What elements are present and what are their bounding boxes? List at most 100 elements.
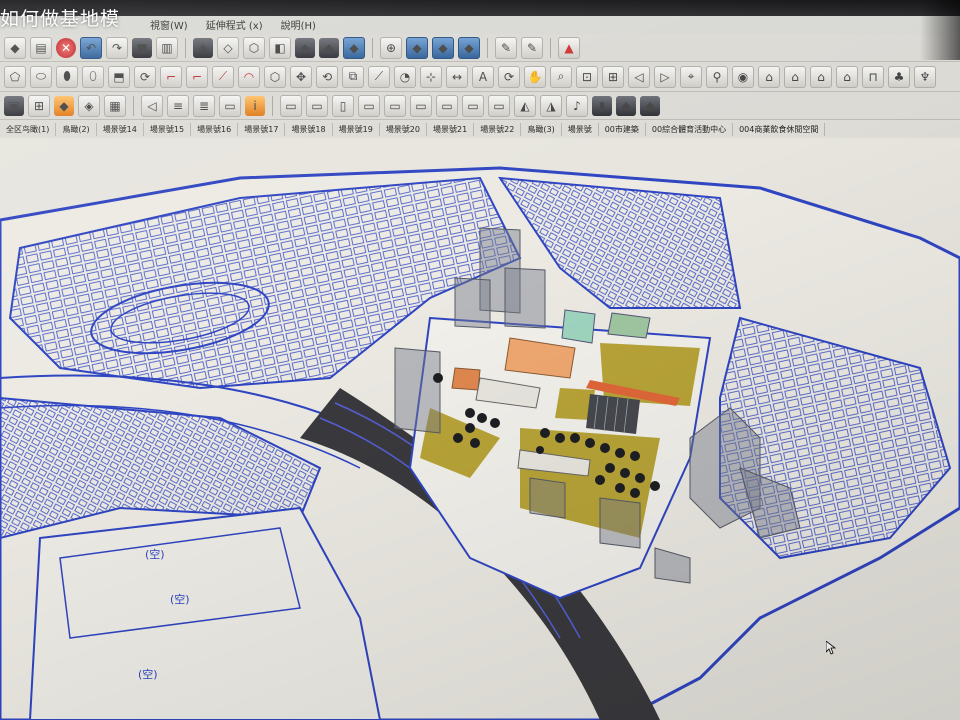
scene-tab[interactable]: 004商業飲食休閒空間 <box>733 122 826 136</box>
pan-icon[interactable]: ✋ <box>524 65 546 88</box>
beam-icon[interactable]: ▭ <box>462 94 484 117</box>
warehouse-icon[interactable]: ▲ <box>558 36 580 59</box>
scene-tab[interactable]: 場景號16 <box>191 122 239 136</box>
rotate-icon[interactable]: ⟲ <box>316 65 338 88</box>
walk-icon[interactable]: ⚲ <box>706 65 728 88</box>
push-pull-icon[interactable]: ⬒ <box>108 65 130 88</box>
scene-tab[interactable]: 場景號20 <box>380 122 427 136</box>
arc-icon[interactable]: ⌐ <box>186 65 208 88</box>
lamp-icon[interactable]: ♆ <box>914 65 936 88</box>
zoom-icon[interactable]: ⌕ <box>550 65 572 88</box>
chat-icon[interactable]: ▭ <box>219 94 241 117</box>
sandbox-icon[interactable]: ◈ <box>78 94 100 117</box>
tape-icon[interactable]: ⟋ <box>368 65 390 88</box>
eraser-tool-icon[interactable]: ⬭ <box>30 65 52 88</box>
scene-tab[interactable]: 鳥瞰(2) <box>56 122 97 136</box>
stair-icon[interactable]: ▭ <box>384 94 406 117</box>
paint-icon[interactable]: ⬮ <box>56 65 78 88</box>
scene-tab[interactable]: 場景號 <box>562 122 599 136</box>
clipboard-icon[interactable]: ▤ <box>30 36 52 59</box>
roof-icon[interactable]: ▭ <box>410 94 432 117</box>
layers-icon[interactable]: ≣ <box>193 94 215 117</box>
triangle-alt-icon[interactable]: ◮ <box>540 94 562 117</box>
info-icon[interactable]: i <box>245 95 265 116</box>
menu-extensions[interactable]: 延伸程式 (x) <box>206 17 263 32</box>
circle-icon[interactable]: ◠ <box>238 65 260 88</box>
wall-icon[interactable]: ▭ <box>306 94 328 117</box>
scale-icon[interactable]: ⧉ <box>342 65 364 88</box>
move-icon[interactable]: ✥ <box>290 65 312 88</box>
panel-icon[interactable]: ▭ <box>280 94 302 117</box>
pencil-icon[interactable]: ✎ <box>495 36 517 59</box>
redo-icon[interactable]: ↷ <box>106 36 128 59</box>
home-alt-icon[interactable]: ⌂ <box>836 65 858 88</box>
note-icon[interactable]: ♪ <box>566 94 588 117</box>
column-icon[interactable]: ▭ <box>436 94 458 117</box>
triangle-icon[interactable]: ◭ <box>514 94 536 117</box>
home-icon[interactable]: ⌂ <box>810 65 832 88</box>
ruler-icon[interactable]: ≡ <box>167 94 189 117</box>
axes-icon[interactable]: ⊹ <box>420 65 442 88</box>
shop-icon[interactable]: ⌂ <box>784 65 806 88</box>
scene-tab[interactable]: 場景號17 <box>238 122 286 136</box>
slab-icon[interactable]: ▭ <box>488 94 510 117</box>
prev-view-icon[interactable]: ◁ <box>628 65 650 88</box>
delete-icon[interactable]: ✕ <box>56 37 76 58</box>
grid-icon[interactable]: ▦ <box>104 94 126 117</box>
scene-tab[interactable]: 場景號19 <box>333 122 380 136</box>
cube-top-icon[interactable]: ◇ <box>217 36 239 59</box>
scene-tab[interactable]: 場景號22 <box>474 122 522 136</box>
house-icon[interactable]: ⌂ <box>758 65 780 88</box>
zoom-extents-icon[interactable]: ⊞ <box>602 65 624 88</box>
cube-right-icon[interactable]: ◧ <box>269 36 291 59</box>
look-around-icon[interactable]: ◉ <box>732 65 754 88</box>
menu-help[interactable]: 說明(H) <box>281 17 316 32</box>
gem-icon[interactable]: ◆ <box>4 36 26 59</box>
cube-iso-icon[interactable]: ◈ <box>193 37 213 58</box>
scene-tab[interactable]: 場景號21 <box>427 122 475 136</box>
tree-icon[interactable]: ♣ <box>888 65 910 88</box>
model-info-icon[interactable]: ▥ <box>156 36 178 59</box>
scene-tab[interactable]: 場景號18 <box>285 122 333 136</box>
position-camera-icon[interactable]: ⌖ <box>680 65 702 88</box>
boxes-icon[interactable]: ◆ <box>616 95 636 116</box>
scene-tab[interactable]: 00市建築 <box>599 122 646 136</box>
zoom-window-icon[interactable]: ⊡ <box>576 65 598 88</box>
measure-icon[interactable]: ▮ <box>592 95 612 116</box>
orbit-tool-icon[interactable]: ⟳ <box>498 65 520 88</box>
cube-shaded-icon[interactable]: ◆ <box>343 36 365 59</box>
text-icon[interactable]: A <box>472 65 494 88</box>
cubes-icon[interactable]: ◆ <box>640 95 660 116</box>
eraser-icon[interactable]: ✎ <box>521 36 543 59</box>
section-icon[interactable]: ◆ <box>406 36 428 59</box>
camera-icon[interactable]: ▣ <box>4 95 24 116</box>
cube-back-icon[interactable]: ◆ <box>295 37 315 58</box>
menu-window[interactable]: 視窗(W) <box>150 17 188 32</box>
model-viewport[interactable]: (空) (空) (空) <box>0 138 960 720</box>
follow-me-icon[interactable]: ⟳ <box>134 65 156 88</box>
door-icon[interactable]: ▯ <box>332 94 354 117</box>
dimension-icon[interactable]: ↔ <box>446 65 468 88</box>
polygon-icon[interactable]: ⬡ <box>264 65 286 88</box>
offset-icon[interactable]: ⬯ <box>82 65 104 88</box>
cube-front-icon[interactable]: ⬡ <box>243 36 265 59</box>
section-fill-icon[interactable]: ◆ <box>458 36 480 59</box>
print-icon[interactable]: ■ <box>132 37 152 58</box>
solid-icon[interactable]: ◆ <box>54 95 74 116</box>
scene-tab[interactable]: 場景號15 <box>144 122 192 136</box>
orbit-icon[interactable]: ⊕ <box>380 36 402 59</box>
undo-icon[interactable]: ↶ <box>80 36 102 59</box>
mesh-icon[interactable]: ⊞ <box>28 94 50 117</box>
cube-left-icon[interactable]: ◆ <box>319 37 339 58</box>
section-plane-icon[interactable]: ◆ <box>432 36 454 59</box>
scene-tab[interactable]: 場景號14 <box>97 122 144 136</box>
select-icon[interactable]: ⬠ <box>4 65 26 88</box>
speaker-icon[interactable]: ◁ <box>141 94 163 117</box>
rectangle-icon[interactable]: ⟋ <box>212 65 234 88</box>
protractor-icon[interactable]: ◔ <box>394 65 416 88</box>
scene-tab[interactable]: 00綜合體育活動中心 <box>646 122 734 136</box>
bench-icon[interactable]: ⊓ <box>862 65 884 88</box>
next-view-icon[interactable]: ▷ <box>654 65 676 88</box>
line-icon[interactable]: ⌐ <box>160 65 182 88</box>
scene-tab[interactable]: 全区鸟瞰(1) <box>0 122 57 136</box>
